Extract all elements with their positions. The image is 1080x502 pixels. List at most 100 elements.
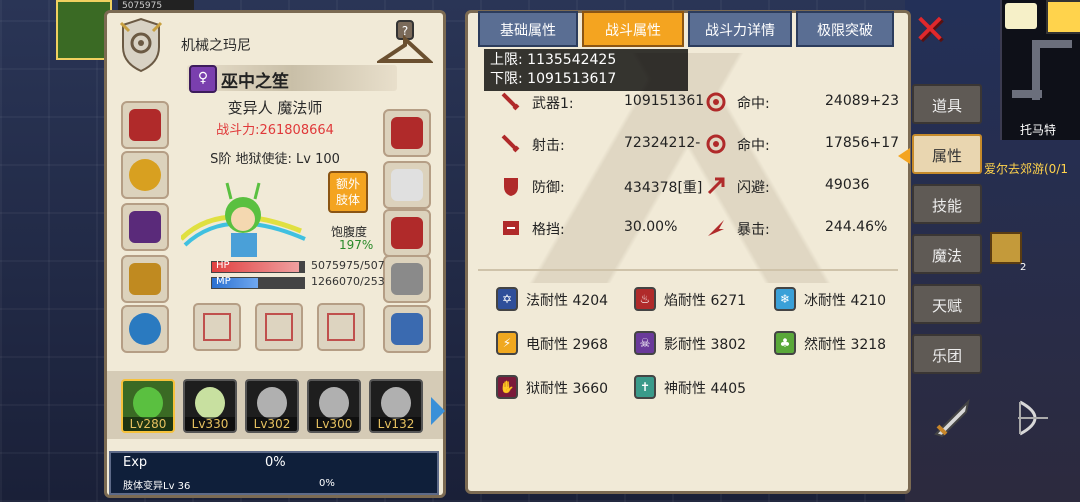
map-location-label: 托马特 xyxy=(1020,123,1057,137)
dodge-icon xyxy=(707,177,725,195)
shield-icon xyxy=(504,178,518,196)
party-member[interactable]: Lv302 xyxy=(245,379,299,433)
network-icon[interactable] xyxy=(1005,3,1037,29)
damage-upper: 上限: 1135542425 xyxy=(490,52,617,68)
damage-lower: 下限: 1091513617 xyxy=(490,71,617,87)
resistance-value: 神耐性 4405 xyxy=(664,381,747,397)
side-tab[interactable]: 魔法 xyxy=(912,234,982,274)
tab-limit-break[interactable]: 极限突破 xyxy=(796,11,894,47)
stat-row: 武器1: 109151361 xyxy=(501,91,708,117)
close-icon[interactable]: ✕ xyxy=(912,10,948,50)
equip-slot-belt[interactable] xyxy=(383,209,431,257)
resistance-value: 焰耐性 6271 xyxy=(664,293,747,309)
stat-value: 72324212- xyxy=(624,135,701,151)
female-gender-icon: ♀ xyxy=(189,65,217,93)
wardrobe-hanger-icon[interactable]: ? xyxy=(377,19,433,67)
mp-value: 1266070/253 xyxy=(311,275,385,288)
sword-icon xyxy=(501,92,520,111)
stats-divider xyxy=(478,269,898,271)
block-icon xyxy=(503,221,519,235)
party-member[interactable]: Lv132 xyxy=(369,379,423,433)
equip-slot-emblem[interactable] xyxy=(383,109,431,157)
quest-tracker[interactable]: 爱尔去郊游(0/1 xyxy=(984,160,1068,177)
stat-value: 30.00% xyxy=(624,219,678,235)
resistance-value: 然耐性 3218 xyxy=(804,337,887,353)
stat-row: 射击: 72324212- xyxy=(501,133,708,159)
resistance-value: 影耐性 3802 xyxy=(664,337,747,353)
resistance-value: 电耐性 2968 xyxy=(526,337,609,353)
stat-label: 格挡: xyxy=(532,222,565,238)
equip-slot-armor[interactable] xyxy=(121,255,169,303)
side-tab[interactable]: 道具 xyxy=(912,84,982,124)
side-tab[interactable]: 乐团 xyxy=(912,334,982,374)
equip-slot-ring[interactable] xyxy=(121,305,169,353)
stat-value: 49036 xyxy=(825,177,870,193)
stat-row: 闪避: 49036 xyxy=(707,175,913,201)
stat-row: 命中: 24089+23 xyxy=(706,91,913,117)
resistance-value: 冰耐性 4210 xyxy=(804,293,887,309)
party-member[interactable]: Lv300 xyxy=(307,379,361,433)
ice-resist-icon: ❄ xyxy=(774,287,796,311)
character-name: 机械之玛尼 xyxy=(181,38,251,54)
limb-mutation-label: 肢体变异Lv 36 xyxy=(123,481,191,492)
satiety-value: 197% xyxy=(339,238,374,252)
tab-combat-attributes[interactable]: 战斗属性 xyxy=(582,11,684,47)
equip-slot-boots[interactable] xyxy=(383,305,431,353)
equip-slot-cloak[interactable] xyxy=(121,203,169,251)
item-badge-count: 2 xyxy=(1020,262,1027,273)
damage-range-tooltip: 上限: 1135542425 下限: 1091513617 xyxy=(484,49,688,91)
shadow-resist-icon: ☠ xyxy=(634,331,656,355)
party-member[interactable]: Lv280 xyxy=(121,379,175,433)
side-tab[interactable]: 属性 xyxy=(912,134,982,174)
equip-slot-helmet[interactable] xyxy=(121,101,169,149)
stat-label: 命中: xyxy=(737,138,770,154)
resistance-value: 狱耐性 3660 xyxy=(526,381,609,397)
hell-resist-icon: ✋ xyxy=(496,375,518,399)
bow-skill-icon[interactable] xyxy=(1010,396,1054,440)
stat-label: 射击: xyxy=(532,138,565,154)
limb-mutation-percent: 0% xyxy=(319,478,335,489)
character-avatar xyxy=(181,182,306,257)
stat-row: 暴击: 244.46% xyxy=(708,217,913,243)
exp-percent: 0% xyxy=(265,455,286,470)
stat-value: 434378[重] xyxy=(624,180,703,196)
stat-row: 命中: 17856+17 xyxy=(706,133,913,159)
hp-bar: HP xyxy=(211,260,305,273)
side-tab[interactable]: 天赋 xyxy=(912,284,982,324)
stat-row: 防御: 434378[重] xyxy=(504,175,708,201)
fullscreen-icon[interactable] xyxy=(1046,0,1080,34)
magic-resist-icon: ✡ xyxy=(496,287,518,311)
weapon-slot-staff[interactable] xyxy=(193,303,241,351)
target-icon xyxy=(706,134,726,154)
weapon-slot-bow[interactable] xyxy=(317,303,365,351)
mp-bar: MP xyxy=(211,276,305,289)
equip-slot-necklace[interactable] xyxy=(121,151,169,199)
lightning-resist-icon: ⚡ xyxy=(496,331,518,355)
stat-label: 暴击: xyxy=(737,222,770,238)
character-panel: 机械之玛尼 ? ♀ 巫中之笙 变异人 魔法师 战斗力:261808664 S阶 … xyxy=(104,10,446,498)
item-badge-icon[interactable] xyxy=(990,232,1022,264)
stat-label: 闪避: xyxy=(737,180,770,196)
weapon-slot-spear[interactable] xyxy=(255,303,303,351)
resistance-value: 法耐性 4204 xyxy=(526,293,609,309)
tab-power-details[interactable]: 战斗力详情 xyxy=(688,11,792,47)
side-tab[interactable]: 技能 xyxy=(912,184,982,224)
guild-emblem-icon xyxy=(119,17,163,73)
divine-resist-icon: ✝ xyxy=(634,375,656,399)
equip-slot-accessory[interactable] xyxy=(383,161,431,209)
sword-skill-icon[interactable] xyxy=(930,396,974,440)
fire-resist-icon: ♨ xyxy=(634,287,656,311)
crit-icon xyxy=(708,220,724,236)
stats-panel: 基础属性 战斗属性 战斗力详情 极限突破 上限: 1135542425 下限: … xyxy=(465,10,911,494)
nature-resist-icon: ♣ xyxy=(774,331,796,355)
equip-slot-gloves[interactable] xyxy=(383,255,431,303)
tab-basic-attributes[interactable]: 基础属性 xyxy=(478,11,578,47)
stat-label: 防御: xyxy=(532,180,565,196)
class-name: 巫中之笙 xyxy=(221,72,289,92)
party-member[interactable]: Lv330 xyxy=(183,379,237,433)
party-bar: Lv280 Lv330 Lv302 Lv300 Lv132 xyxy=(107,371,443,439)
extra-limb-button[interactable]: 额外 肢体 xyxy=(328,171,368,213)
stat-value: 244.46% xyxy=(825,219,888,235)
exp-label: Exp xyxy=(123,455,148,470)
target-icon xyxy=(706,92,726,112)
